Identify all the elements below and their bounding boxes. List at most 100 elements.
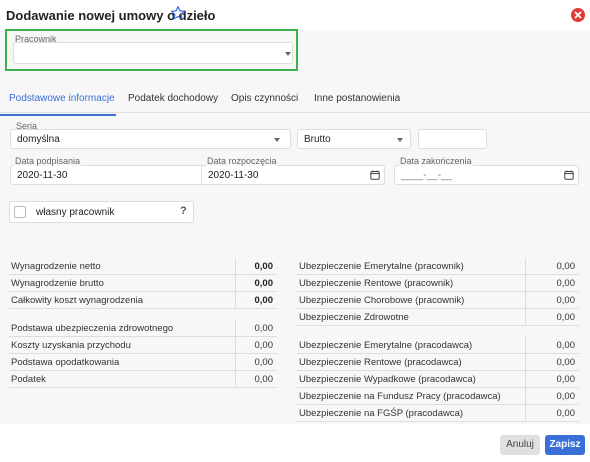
summary-row: Ubezpieczenie Wypadkowe (pracodawca) 0,00 — [297, 371, 579, 388]
summary-value: 0,00 — [556, 312, 576, 323]
help-icon[interactable]: ? — [180, 205, 187, 217]
column-divider — [525, 292, 526, 309]
amount-input[interactable] — [418, 129, 487, 149]
summary-row: Wynagrodzenie netto 0,00 — [9, 258, 277, 275]
summary-value: 0,00 — [556, 261, 576, 272]
summary-label: Ubezpieczenie Emerytalne (pracownik) — [299, 261, 464, 272]
end-date-value: ____-__-__ — [401, 170, 453, 181]
column-divider — [235, 292, 236, 309]
summary-label: Koszty uzyskania przychodu — [11, 340, 131, 351]
column-divider — [525, 309, 526, 326]
calendar-icon[interactable] — [564, 170, 574, 180]
summary-value: 0,00 — [556, 391, 576, 402]
tab-other-provisions[interactable]: Inne postanowienia — [314, 93, 400, 104]
row-divider — [297, 421, 579, 422]
summary-label: Ubezpieczenie Zdrowotne — [299, 312, 409, 323]
summary-value: 0,00 — [254, 261, 274, 272]
summary-label: Ubezpieczenie Rentowe (pracodawca) — [299, 357, 462, 368]
summary-row: Ubezpieczenie Zdrowotne 0,00 — [297, 309, 579, 326]
column-divider — [235, 320, 236, 337]
summary-value: 0,00 — [556, 357, 576, 368]
summary-row: Ubezpieczenie Emerytalne (pracownik) 0,00 — [297, 258, 579, 275]
summary-label: Ubezpieczenie Chorobowe (pracownik) — [299, 295, 465, 306]
dialog-footer: Anuluj Zapisz — [0, 424, 590, 462]
summary-label: Podstawa opodatkowania — [11, 357, 120, 368]
sign-date-value: 2020-11-30 — [17, 170, 68, 181]
summary-label: Ubezpieczenie na Fundusz Pracy (pracodaw… — [299, 391, 501, 402]
summary-row: Ubezpieczenie Emerytalne (pracodawca) 0,0… — [297, 337, 579, 354]
own-employee-label: własny pracownik — [36, 207, 115, 218]
summary-value: 0,00 — [254, 374, 274, 385]
active-tab-indicator — [0, 114, 116, 116]
summary-row: Ubezpieczenie na Fundusz Pracy (pracodaw… — [297, 388, 579, 405]
series-value: domyślna — [17, 134, 60, 145]
calendar-icon[interactable] — [370, 170, 380, 180]
column-divider — [525, 258, 526, 275]
summary-row: Podatek 0,00 — [9, 371, 277, 388]
save-button[interactable]: Zapisz — [545, 435, 585, 455]
summary-value: 0,00 — [556, 340, 576, 351]
summary-label: Ubezpieczenie na FGŚP (pracodawca) — [299, 408, 464, 419]
summary-row: Podstawa opodatkowania 0,00 — [9, 354, 277, 371]
chevron-down-icon — [285, 52, 291, 56]
row-divider — [297, 325, 579, 326]
column-divider — [525, 405, 526, 422]
end-date-label: Data zakończenia — [399, 156, 473, 166]
summary-value: 0,00 — [254, 278, 274, 289]
summary-label: Ubezpieczenie Rentowe (pracownik) — [299, 278, 454, 289]
summary-value: 0,00 — [254, 340, 274, 351]
summary-value: 0,00 — [254, 357, 274, 368]
employee-selector-highlight: Pracownik — [5, 29, 298, 71]
summary-row: Ubezpieczenie Chorobowe (pracownik) 0,00 — [297, 292, 579, 309]
dialog-header: Dodawanie nowej umowy o dzieło — [0, 0, 590, 30]
employee-select[interactable] — [13, 42, 293, 64]
summary-row: Całkowity koszt wynagrodzenia 0,00 — [9, 292, 277, 309]
column-divider — [525, 371, 526, 388]
tab-bar: Podstawowe informacje Podatek dochodowy … — [0, 88, 590, 113]
column-divider — [235, 275, 236, 292]
summary-row: Wynagrodzenie brutto 0,00 — [9, 275, 277, 292]
summary-row: Ubezpieczenie Rentowe (pracownik) 0,00 — [297, 275, 579, 292]
series-select[interactable]: domyślna — [10, 129, 291, 149]
summary-label: Wynagrodzenie brutto — [11, 278, 104, 289]
column-divider — [525, 354, 526, 371]
summary-value: 0,00 — [556, 295, 576, 306]
chevron-down-icon — [397, 138, 403, 142]
summary-row: Koszty uzyskania przychodu 0,00 — [9, 337, 277, 354]
column-divider — [235, 354, 236, 371]
summary-label: Wynagrodzenie netto — [11, 261, 101, 272]
column-divider — [525, 337, 526, 354]
own-employee-row: własny pracownik ? — [9, 201, 194, 223]
own-employee-checkbox[interactable] — [14, 206, 26, 218]
column-divider — [525, 275, 526, 292]
summary-row: Podstawa ubezpieczenia zdrowotnego 0,00 — [9, 320, 277, 337]
column-divider — [235, 258, 236, 275]
summary-label: Podstawa ubezpieczenia zdrowotnego — [11, 323, 174, 334]
gross-net-select[interactable]: Brutto — [297, 129, 411, 149]
summary-row: Ubezpieczenie na FGŚP (pracodawca) 0,00 — [297, 405, 579, 422]
gross-net-value: Brutto — [304, 134, 331, 145]
column-divider — [235, 371, 236, 388]
chevron-down-icon — [274, 138, 280, 142]
start-date-value: 2020-11-30 — [208, 170, 259, 181]
tab-activity-description[interactable]: Opis czynności — [231, 93, 298, 104]
summary-label: Całkowity koszt wynagrodzenia — [11, 295, 144, 306]
close-icon[interactable] — [571, 8, 585, 22]
summary-row: Ubezpieczenie Rentowe (pracodawca) 0,00 — [297, 354, 579, 371]
star-icon[interactable] — [170, 5, 186, 21]
end-date-field[interactable]: ____-__-__ — [394, 165, 579, 185]
start-date-label: Data rozpoczęcia — [206, 156, 278, 166]
tab-income-tax[interactable]: Podatek dochodowy — [128, 93, 218, 104]
dialog-body: Pracownik Podstawowe informacje Podatek … — [0, 29, 590, 424]
sign-date-field[interactable]: 2020-11-30 — [10, 165, 220, 185]
summary-label: Podatek — [11, 374, 46, 385]
start-date-field[interactable]: 2020-11-30 — [201, 165, 385, 185]
summary-value: 0,00 — [254, 295, 274, 306]
row-divider — [9, 308, 277, 309]
tab-basic-info[interactable]: Podstawowe informacje — [9, 93, 115, 104]
cancel-button[interactable]: Anuluj — [500, 435, 540, 455]
summary-label: Ubezpieczenie Wypadkowe (pracodawca) — [299, 374, 476, 385]
summary-value: 0,00 — [556, 278, 576, 289]
summary-value: 0,00 — [254, 323, 274, 334]
summary-label: Ubezpieczenie Emerytalne (pracodawca) — [299, 340, 473, 351]
